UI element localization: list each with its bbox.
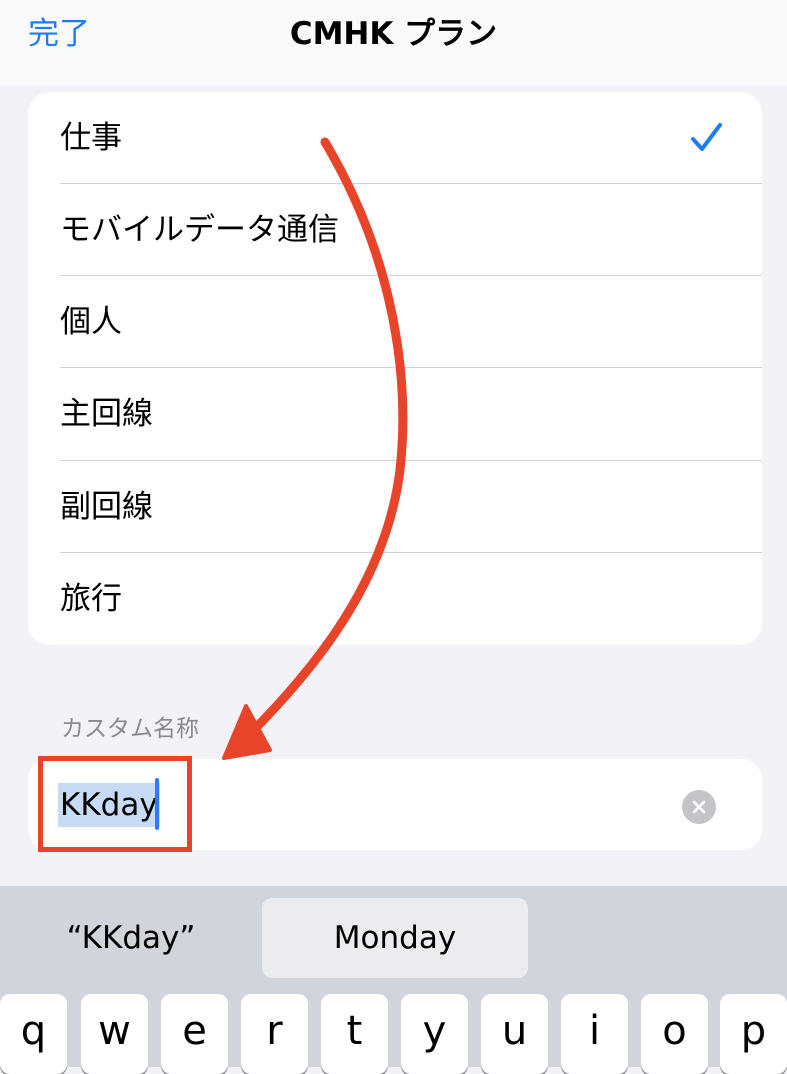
key-w[interactable]: w (81, 994, 148, 1074)
option-row-work[interactable]: 仕事 (28, 92, 762, 185)
plan-label-options: 仕事 モバイルデータ通信 個人 主回線 副回線 旅行 (28, 92, 762, 645)
option-row-primary-line[interactable]: 主回線 (28, 368, 762, 461)
suggestion-quoted-input[interactable]: “KKday” (0, 898, 262, 978)
option-label: モバイルデータ通信 (60, 212, 339, 249)
key-o[interactable]: o (641, 994, 708, 1074)
option-label: 主回線 (60, 396, 153, 433)
key-p[interactable]: p (720, 994, 787, 1074)
suggestion-monday[interactable]: Monday (262, 898, 528, 978)
option-row-personal[interactable]: 個人 (28, 276, 762, 369)
key-u[interactable]: u (481, 994, 548, 1074)
page-title: CMHK プラン (289, 16, 498, 52)
option-label: 仕事 (60, 120, 122, 156)
clear-text-icon[interactable] (682, 790, 716, 824)
keyboard: “KKday” Monday q w e r t y u i o p (0, 886, 787, 1074)
option-row-travel[interactable]: 旅行 (28, 553, 762, 645)
custom-name-header: カスタム名称 (61, 716, 199, 742)
option-row-mobile-data[interactable]: モバイルデータ通信 (28, 184, 762, 277)
key-r[interactable]: r (241, 994, 308, 1074)
suggestion-empty[interactable] (528, 898, 787, 978)
key-i[interactable]: i (561, 994, 628, 1074)
key-q[interactable]: q (0, 994, 67, 1074)
option-label: 旅行 (60, 580, 122, 617)
option-label: 個人 (60, 304, 122, 341)
option-row-secondary-line[interactable]: 副回線 (28, 461, 762, 553)
key-y[interactable]: y (401, 994, 468, 1074)
checkmark-icon (691, 123, 722, 151)
option-label: 副回線 (60, 488, 153, 525)
annotation-highlight-box (38, 756, 192, 852)
navigation-bar: 完了 CMHK プラン (0, 0, 787, 86)
key-t[interactable]: t (321, 994, 388, 1074)
key-e[interactable]: e (161, 994, 228, 1074)
